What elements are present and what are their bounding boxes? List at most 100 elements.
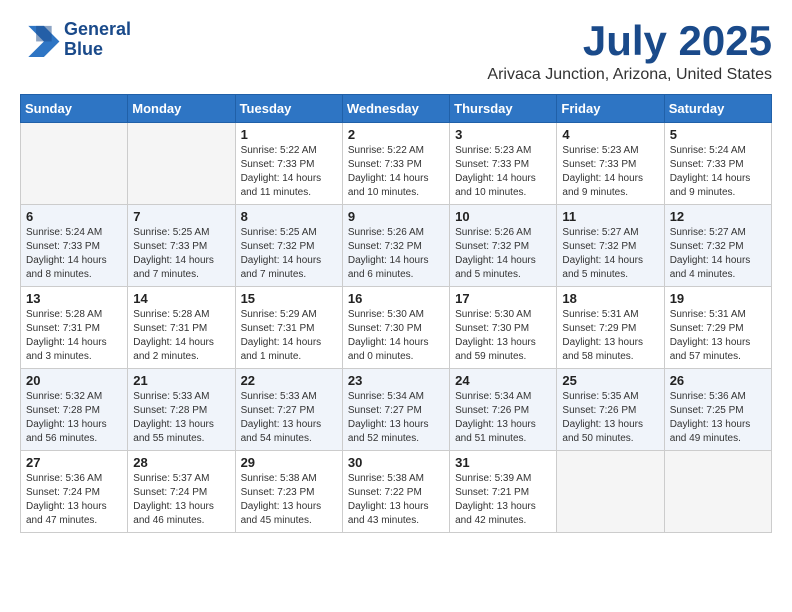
day-number: 31	[455, 455, 551, 470]
day-info: Sunrise: 5:31 AMSunset: 7:29 PMDaylight:…	[670, 308, 766, 364]
calendar-cell: 10 Sunrise: 5:26 AMSunset: 7:32 PMDayligh…	[450, 205, 557, 287]
day-number: 11	[562, 209, 658, 224]
calendar-cell	[128, 123, 235, 205]
calendar-cell: 22 Sunrise: 5:33 AMSunset: 7:27 PMDayligh…	[235, 369, 342, 451]
calendar-cell: 9 Sunrise: 5:26 AMSunset: 7:32 PMDaylight…	[342, 205, 449, 287]
day-info: Sunrise: 5:24 AMSunset: 7:33 PMDaylight:…	[26, 226, 122, 282]
header: General Blue July 2025 Arivaca Junction,…	[20, 20, 772, 84]
day-info: Sunrise: 5:33 AMSunset: 7:27 PMDaylight:…	[241, 390, 337, 446]
day-number: 7	[133, 209, 229, 224]
calendar-header-wednesday: Wednesday	[342, 95, 449, 123]
day-number: 2	[348, 127, 444, 142]
calendar-cell: 15 Sunrise: 5:29 AMSunset: 7:31 PMDayligh…	[235, 287, 342, 369]
day-number: 14	[133, 291, 229, 306]
day-info: Sunrise: 5:37 AMSunset: 7:24 PMDaylight:…	[133, 472, 229, 528]
day-info: Sunrise: 5:25 AMSunset: 7:32 PMDaylight:…	[241, 226, 337, 282]
logo-line2: Blue	[64, 40, 131, 60]
day-info: Sunrise: 5:26 AMSunset: 7:32 PMDaylight:…	[348, 226, 444, 282]
day-number: 5	[670, 127, 766, 142]
day-number: 4	[562, 127, 658, 142]
title-block: July 2025 Arivaca Junction, Arizona, Uni…	[487, 20, 772, 84]
calendar-cell: 16Sunrise: 5:30 AMSunset: 7:30 PMDayligh…	[342, 287, 449, 369]
day-info: Sunrise: 5:35 AMSunset: 7:26 PMDaylight:…	[562, 390, 658, 446]
calendar-cell: 19Sunrise: 5:31 AMSunset: 7:29 PMDayligh…	[664, 287, 771, 369]
day-info: Sunrise: 5:29 AMSunset: 7:31 PMDaylight:…	[241, 308, 337, 364]
day-number: 13	[26, 291, 122, 306]
day-info: Sunrise: 5:23 AMSunset: 7:33 PMDaylight:…	[562, 144, 658, 200]
calendar-header-thursday: Thursday	[450, 95, 557, 123]
calendar-cell: 29 Sunrise: 5:38 AMSunset: 7:23 PMDayligh…	[235, 451, 342, 533]
day-number: 3	[455, 127, 551, 142]
day-number: 26	[670, 373, 766, 388]
calendar-cell: 21 Sunrise: 5:33 AMSunset: 7:28 PMDayligh…	[128, 369, 235, 451]
day-number: 24	[455, 373, 551, 388]
day-info: Sunrise: 5:33 AMSunset: 7:28 PMDaylight:…	[133, 390, 229, 446]
calendar-cell: 4 Sunrise: 5:23 AMSunset: 7:33 PMDaylight…	[557, 123, 664, 205]
day-number: 6	[26, 209, 122, 224]
calendar-header-saturday: Saturday	[664, 95, 771, 123]
calendar-header-sunday: Sunday	[21, 95, 128, 123]
calendar-cell: 1Sunrise: 5:22 AMSunset: 7:33 PMDaylight…	[235, 123, 342, 205]
day-info: Sunrise: 5:23 AMSunset: 7:33 PMDaylight:…	[455, 144, 551, 200]
day-info: Sunrise: 5:36 AMSunset: 7:24 PMDaylight:…	[26, 472, 122, 528]
calendar-cell: 12Sunrise: 5:27 AMSunset: 7:32 PMDayligh…	[664, 205, 771, 287]
day-info: Sunrise: 5:26 AMSunset: 7:32 PMDaylight:…	[455, 226, 551, 282]
day-info: Sunrise: 5:22 AMSunset: 7:33 PMDaylight:…	[241, 144, 337, 200]
calendar-header-friday: Friday	[557, 95, 664, 123]
calendar-cell: 13 Sunrise: 5:28 AMSunset: 7:31 PMDayligh…	[21, 287, 128, 369]
calendar-cell: 20Sunrise: 5:32 AMSunset: 7:28 PMDayligh…	[21, 369, 128, 451]
day-info: Sunrise: 5:27 AMSunset: 7:32 PMDaylight:…	[562, 226, 658, 282]
calendar-header-monday: Monday	[128, 95, 235, 123]
calendar-cell	[664, 451, 771, 533]
calendar-header-row: SundayMondayTuesdayWednesdayThursdayFrid…	[21, 95, 772, 123]
calendar-week-3: 13 Sunrise: 5:28 AMSunset: 7:31 PMDayligh…	[21, 287, 772, 369]
calendar-cell: 5 Sunrise: 5:24 AMSunset: 7:33 PMDaylight…	[664, 123, 771, 205]
calendar-cell: 6 Sunrise: 5:24 AMSunset: 7:33 PMDaylight…	[21, 205, 128, 287]
day-info: Sunrise: 5:24 AMSunset: 7:33 PMDaylight:…	[670, 144, 766, 200]
logo-text: General Blue	[64, 20, 131, 60]
day-info: Sunrise: 5:34 AMSunset: 7:27 PMDaylight:…	[348, 390, 444, 446]
day-info: Sunrise: 5:25 AMSunset: 7:33 PMDaylight:…	[133, 226, 229, 282]
day-info: Sunrise: 5:38 AMSunset: 7:22 PMDaylight:…	[348, 472, 444, 528]
calendar-cell: 14Sunrise: 5:28 AMSunset: 7:31 PMDayligh…	[128, 287, 235, 369]
calendar-cell: 7 Sunrise: 5:25 AMSunset: 7:33 PMDaylight…	[128, 205, 235, 287]
day-info: Sunrise: 5:30 AMSunset: 7:30 PMDaylight:…	[455, 308, 551, 364]
calendar-week-5: 27 Sunrise: 5:36 AMSunset: 7:24 PMDayligh…	[21, 451, 772, 533]
logo-icon	[20, 22, 60, 57]
day-number: 17	[455, 291, 551, 306]
calendar-cell: 18Sunrise: 5:31 AMSunset: 7:29 PMDayligh…	[557, 287, 664, 369]
day-info: Sunrise: 5:38 AMSunset: 7:23 PMDaylight:…	[241, 472, 337, 528]
calendar-cell: 23 Sunrise: 5:34 AMSunset: 7:27 PMDayligh…	[342, 369, 449, 451]
day-info: Sunrise: 5:31 AMSunset: 7:29 PMDaylight:…	[562, 308, 658, 364]
day-number: 25	[562, 373, 658, 388]
calendar-cell: 2 Sunrise: 5:22 AMSunset: 7:33 PMDaylight…	[342, 123, 449, 205]
calendar-cell: 31Sunrise: 5:39 AMSunset: 7:21 PMDayligh…	[450, 451, 557, 533]
calendar-cell: 3 Sunrise: 5:23 AMSunset: 7:33 PMDaylight…	[450, 123, 557, 205]
day-number: 27	[26, 455, 122, 470]
day-number: 10	[455, 209, 551, 224]
logo-line1: General	[64, 20, 131, 40]
day-number: 15	[241, 291, 337, 306]
calendar-header-tuesday: Tuesday	[235, 95, 342, 123]
day-number: 9	[348, 209, 444, 224]
calendar-cell: 26 Sunrise: 5:36 AMSunset: 7:25 PMDayligh…	[664, 369, 771, 451]
calendar-cell: 28 Sunrise: 5:37 AMSunset: 7:24 PMDayligh…	[128, 451, 235, 533]
calendar-week-2: 6 Sunrise: 5:24 AMSunset: 7:33 PMDaylight…	[21, 205, 772, 287]
day-number: 29	[241, 455, 337, 470]
day-info: Sunrise: 5:22 AMSunset: 7:33 PMDaylight:…	[348, 144, 444, 200]
location-title: Arivaca Junction, Arizona, United States	[487, 66, 772, 84]
day-info: Sunrise: 5:28 AMSunset: 7:31 PMDaylight:…	[26, 308, 122, 364]
day-number: 22	[241, 373, 337, 388]
calendar-cell: 25 Sunrise: 5:35 AMSunset: 7:26 PMDayligh…	[557, 369, 664, 451]
day-number: 21	[133, 373, 229, 388]
day-info: Sunrise: 5:36 AMSunset: 7:25 PMDaylight:…	[670, 390, 766, 446]
calendar-table: SundayMondayTuesdayWednesdayThursdayFrid…	[20, 94, 772, 533]
page: General Blue July 2025 Arivaca Junction,…	[0, 0, 792, 543]
day-number: 23	[348, 373, 444, 388]
day-number: 28	[133, 455, 229, 470]
day-number: 8	[241, 209, 337, 224]
calendar-cell: 8 Sunrise: 5:25 AMSunset: 7:32 PMDaylight…	[235, 205, 342, 287]
calendar-week-4: 20Sunrise: 5:32 AMSunset: 7:28 PMDayligh…	[21, 369, 772, 451]
calendar-cell: 11 Sunrise: 5:27 AMSunset: 7:32 PMDayligh…	[557, 205, 664, 287]
day-info: Sunrise: 5:34 AMSunset: 7:26 PMDaylight:…	[455, 390, 551, 446]
